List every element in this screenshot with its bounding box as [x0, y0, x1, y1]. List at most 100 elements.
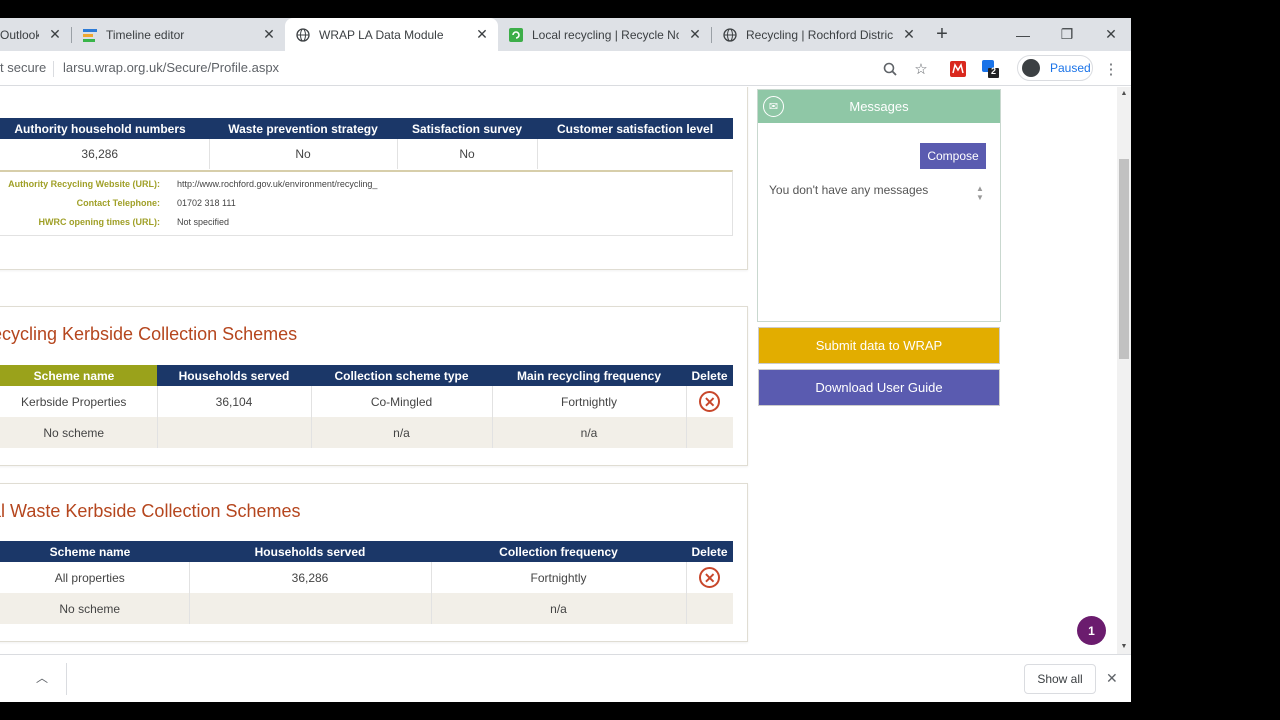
- frequency: Fortnightly: [431, 562, 687, 593]
- new-tab-button[interactable]: +: [932, 24, 952, 45]
- website-link[interactable]: http://www.rochford.gov.uk/environment/r…: [177, 179, 377, 189]
- sort-icon[interactable]: ▲ ▼: [976, 184, 984, 202]
- scheme-name[interactable]: Kerbside Properties: [0, 386, 158, 417]
- messages-empty-text: You don't have any messages: [769, 183, 929, 197]
- search-icon[interactable]: [880, 59, 900, 79]
- scroll-down-icon[interactable]: ▼: [1117, 640, 1131, 654]
- tab-timeline-editor[interactable]: Timeline editor ✕: [72, 18, 285, 51]
- tab-title: Timeline editor: [106, 27, 185, 42]
- profile-button[interactable]: Paused: [1017, 55, 1093, 81]
- table-row[interactable]: No scheme n/a: [0, 593, 733, 624]
- url-field[interactable]: larsu.wrap.org.uk/Secure/Profile.aspx: [63, 60, 279, 75]
- telephone-value: 01702 318 111: [177, 198, 236, 208]
- info-label: HWRC opening times (URL):: [38, 217, 161, 227]
- delete-cell: ✕: [686, 386, 733, 417]
- delete-icon[interactable]: ✕: [699, 391, 721, 412]
- star-icon[interactable]: ☆: [911, 59, 931, 79]
- scheme-name[interactable]: No scheme: [0, 417, 158, 448]
- scroll-up-icon[interactable]: ▲: [1117, 87, 1131, 101]
- security-indicator[interactable]: t secure: [0, 60, 46, 75]
- tab-recycle-now[interactable]: Local recycling | Recycle Now ✕: [498, 18, 711, 51]
- column-header: Waste prevention strategy: [209, 118, 397, 139]
- households-value: 36,286: [0, 139, 210, 169]
- more-menu-icon[interactable]: ⋮: [1101, 59, 1121, 79]
- show-all-button[interactable]: Show all: [1024, 664, 1096, 694]
- column-header: Satisfaction survey: [397, 118, 537, 139]
- frequency: Fortnightly: [492, 386, 687, 417]
- tab-title: Outlook: [0, 27, 39, 42]
- extension-badge-icon[interactable]: 2: [980, 59, 1000, 79]
- tab-outlook[interactable]: Outlook ✕: [0, 18, 71, 51]
- close-icon[interactable]: ✕: [474, 26, 490, 43]
- tab-title: Recycling | Rochford District C: [746, 27, 893, 42]
- info-row-website: Authority Recycling Website (URL): http:…: [0, 179, 734, 193]
- info-label: Authority Recycling Website (URL):: [8, 179, 160, 189]
- waste-prevention-value: No: [209, 139, 398, 169]
- tab-title: WRAP LA Data Module: [319, 27, 444, 42]
- compose-button[interactable]: Compose: [920, 143, 986, 169]
- extension-badge-count: 2: [991, 66, 997, 76]
- messages-panel: ✉ Messages Compose You don't have any me…: [757, 89, 1001, 322]
- globe-icon: [295, 27, 311, 43]
- tab-strip: Outlook ✕ Timeline editor ✕ WRAP LA Data…: [0, 18, 1131, 51]
- section-title: Residual Waste Kerbside Collection Schem…: [0, 501, 301, 521]
- satisfaction-level-value: [537, 139, 733, 169]
- close-icon[interactable]: ✕: [261, 26, 277, 43]
- section-title: Recycling Kerbside Collection Schemes: [0, 324, 298, 344]
- submit-data-button[interactable]: Submit data to WRAP: [758, 327, 1000, 364]
- page-content: Authority household numbers Waste preven…: [0, 87, 1117, 654]
- table-row[interactable]: No scheme n/a n/a: [0, 417, 733, 448]
- chevron-up-icon[interactable]: ︿: [36, 669, 48, 686]
- timeline-icon: [82, 27, 98, 43]
- notification-badge[interactable]: 1: [1077, 616, 1106, 645]
- close-icon[interactable]: ✕: [47, 26, 63, 43]
- info-label: Contact Telephone:: [76, 198, 160, 208]
- table-row[interactable]: Kerbside Properties 36,104 Co-Mingled Fo…: [0, 386, 733, 417]
- delete-cell: [686, 593, 733, 624]
- minimize-button[interactable]: —: [1001, 18, 1045, 51]
- frequency: n/a: [431, 593, 687, 624]
- collection-type: Co-Mingled: [311, 386, 493, 417]
- column-header[interactable]: Scheme name: [0, 541, 189, 562]
- table-row[interactable]: All properties 36,286 Fortnightly ✕: [0, 562, 733, 593]
- close-icon[interactable]: ✕: [901, 26, 917, 43]
- info-row-telephone: Contact Telephone: 01702 318 111: [0, 198, 734, 212]
- close-icon[interactable]: ✕: [687, 26, 703, 43]
- frequency: n/a: [492, 417, 687, 448]
- authority-contact-info: Authority Recycling Website (URL): http:…: [0, 170, 733, 236]
- column-header: Delete: [686, 365, 733, 386]
- satisfaction-survey-value: No: [397, 139, 538, 169]
- delete-icon[interactable]: ✕: [699, 567, 721, 588]
- residual-schemes-panel: Residual Waste Kerbside Collection Schem…: [0, 483, 748, 642]
- collection-type: n/a: [311, 417, 493, 448]
- window-close-button[interactable]: ✕: [1089, 18, 1131, 51]
- downloads-separator: [66, 663, 67, 695]
- vertical-scrollbar[interactable]: ▲ ▼: [1117, 87, 1131, 654]
- download-user-guide-button[interactable]: Download User Guide: [758, 369, 1000, 406]
- delete-cell: [686, 417, 733, 448]
- scrollbar-thumb[interactable]: [1119, 159, 1129, 359]
- column-header[interactable]: Collection scheme type: [311, 365, 492, 386]
- column-header[interactable]: Households served: [189, 541, 431, 562]
- scheme-name[interactable]: All properties: [0, 562, 190, 593]
- column-header[interactable]: Scheme name: [0, 365, 157, 386]
- column-header[interactable]: Main recycling frequency: [492, 365, 686, 386]
- messages-title: Messages: [849, 99, 909, 114]
- extension-icon[interactable]: [948, 59, 968, 79]
- households-served: 36,286: [189, 562, 432, 593]
- households-served: [189, 593, 432, 624]
- column-header[interactable]: Collection frequency: [431, 541, 686, 562]
- close-icon[interactable]: ✕: [1106, 670, 1118, 687]
- downloads-bar: ︿ Show all ✕: [0, 654, 1131, 702]
- restore-button[interactable]: ❐: [1045, 18, 1089, 51]
- tab-title: Local recycling | Recycle Now: [532, 27, 679, 42]
- column-header: Authority household numbers: [0, 118, 209, 139]
- tab-wrap-la-data-module[interactable]: WRAP LA Data Module ✕: [285, 18, 498, 51]
- scheme-name[interactable]: No scheme: [0, 593, 190, 624]
- omnibox-separator: [53, 61, 54, 77]
- column-header[interactable]: Households served: [157, 365, 311, 386]
- browser-window: Outlook ✕ Timeline editor ✕ WRAP LA Data…: [0, 18, 1131, 702]
- households-served: 36,104: [157, 386, 312, 417]
- tab-recycling-rochford[interactable]: Recycling | Rochford District C ✕: [712, 18, 925, 51]
- recycle-now-icon: [508, 27, 524, 43]
